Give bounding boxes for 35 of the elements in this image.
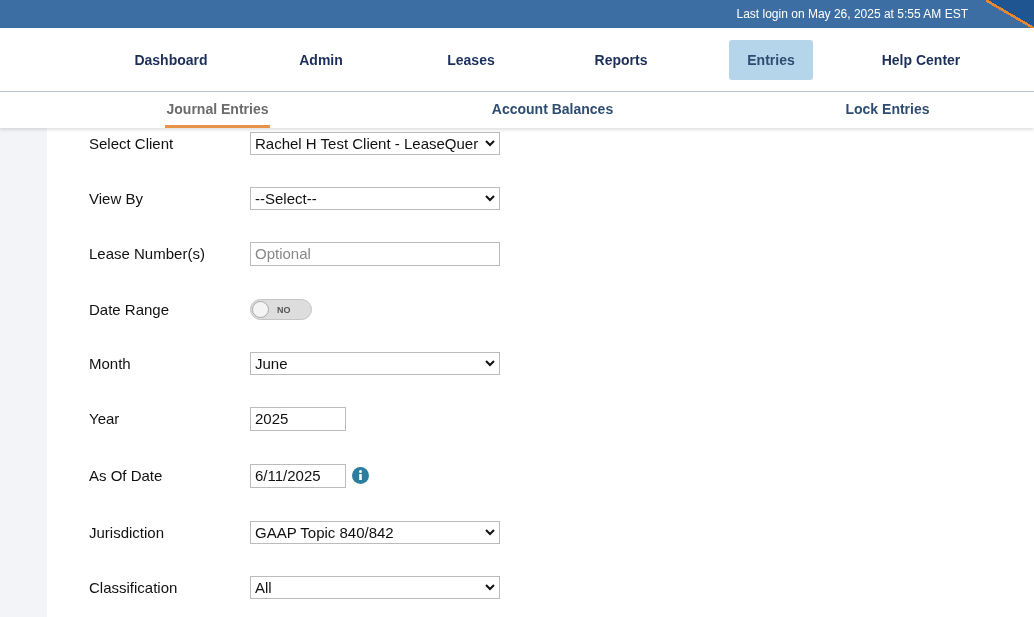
dropdown[interactable]: GAAP Topic 840/842 [250, 521, 500, 544]
field-label: Classification [89, 579, 179, 596]
nav-tab[interactable]: Reports [579, 39, 663, 80]
corner-stripe-drawing [986, 0, 1034, 28]
nav-tab[interactable]: Help Center [879, 39, 963, 80]
subnav-tab[interactable]: Account Balances [489, 92, 616, 128]
dropdown[interactable]: Rachel H Test Client - LeaseQuer [250, 132, 500, 155]
date-field[interactable]: 6/11/2025 [250, 463, 346, 488]
field-label: Month [89, 355, 132, 372]
input-field[interactable]: Optional [250, 241, 500, 266]
dropdown[interactable]: All [250, 576, 500, 599]
caret-icon[interactable] [485, 195, 495, 202]
caret-icon[interactable] [485, 140, 495, 147]
subnav-tab[interactable]: Lock Entries [843, 92, 932, 128]
nav-tab[interactable]: Leases [429, 39, 513, 80]
nav-tab[interactable]: Admin [279, 39, 363, 80]
subnav-tab[interactable]: Journal Entries [164, 92, 271, 128]
nav-tab[interactable]: Entries [729, 39, 813, 80]
dropdown[interactable]: June [250, 352, 500, 375]
field-label: View By [89, 190, 144, 207]
toggle-switch[interactable]: NO [250, 299, 312, 320]
caret-icon[interactable] [485, 584, 495, 591]
input-field[interactable]: 2025 [250, 406, 346, 431]
last-login-text: Last login on May 26, 2025 at 5:55 AM EST [736, 7, 968, 21]
field-label: Jurisdiction [89, 524, 166, 541]
field-label: Select Client [89, 135, 175, 152]
dropdown[interactable]: --Select-- [250, 187, 500, 210]
caret-icon[interactable] [485, 360, 495, 367]
field-label: Date Range [89, 301, 171, 318]
info-icon[interactable] [352, 467, 369, 484]
field-label: Lease Number(s) [89, 245, 206, 262]
caret-icon[interactable] [485, 529, 495, 536]
field-label: Year [89, 410, 121, 427]
nav-tab[interactable]: Dashboard [129, 39, 213, 80]
field-label: As Of Date [89, 467, 164, 484]
